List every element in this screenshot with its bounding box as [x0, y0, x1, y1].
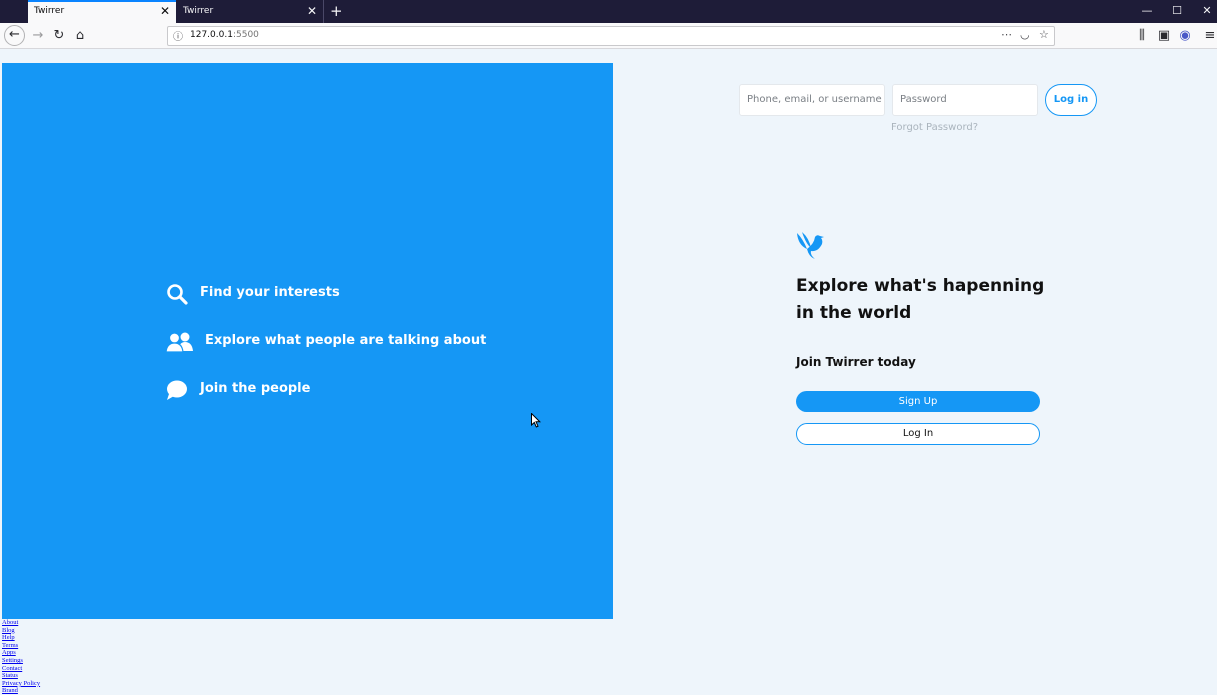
maximize-icon[interactable]: ☐ [1162, 0, 1192, 23]
library-icon[interactable]: ⫼ [1131, 23, 1153, 49]
footer-link-blog[interactable]: Blog [2, 627, 40, 635]
minimize-icon[interactable]: — [1132, 0, 1162, 23]
close-window-icon[interactable]: ✕ [1192, 0, 1217, 23]
bookmark-star-icon[interactable]: ☆ [1039, 28, 1049, 41]
header-login-button[interactable]: Log in [1045, 84, 1097, 116]
page-top-spacer [0, 49, 1217, 63]
headline: Explore what's hapenning in the world [796, 273, 1056, 327]
sidebar-icon[interactable]: ▣ [1153, 23, 1175, 49]
back-icon[interactable]: ← [4, 25, 25, 46]
footer-link-brand[interactable]: Brand [2, 687, 40, 695]
url-host: 127.0.0.1 [190, 30, 233, 40]
new-tab-icon[interactable]: + [330, 0, 343, 23]
forgot-password-link[interactable]: Forgot Password? [891, 122, 978, 133]
tab-title: Twirrer [34, 6, 65, 16]
feature-label: Join the people [200, 381, 311, 396]
feature-label: Find your interests [200, 285, 340, 300]
reload-icon[interactable]: ↻ [48, 23, 70, 49]
footer-link-apps[interactable]: Apps [2, 649, 40, 657]
footer-link-about[interactable]: About [2, 619, 40, 627]
forward-icon[interactable]: → [27, 23, 49, 49]
feature-label: Explore what people are talking about [205, 333, 487, 348]
url-port: :5500 [232, 30, 259, 40]
footer-link-privacy[interactable]: Privacy Policy [2, 680, 40, 688]
people-icon [166, 332, 193, 353]
bird-logo-icon [797, 232, 824, 259]
tab-title: Twirrer [183, 6, 214, 16]
pocket-icon[interactable]: ◡ [1020, 28, 1030, 41]
search-icon [167, 284, 188, 305]
close-tab-icon[interactable]: ✕ [160, 2, 170, 21]
mouse-cursor-icon [531, 413, 541, 428]
browser-tab-2[interactable]: Twirrer ✕ [177, 0, 324, 23]
signup-button[interactable]: Sign Up [796, 391, 1040, 412]
footer-link-contact[interactable]: Contact [2, 665, 40, 673]
password-input[interactable]: Password [892, 84, 1038, 116]
username-input[interactable]: Phone, email, or username [739, 84, 885, 116]
headline-line-2: in the world [796, 303, 912, 323]
site-info-icon[interactable]: ⓘ [173, 28, 183, 43]
page-actions-icon[interactable]: ⋯ [1001, 28, 1012, 41]
headline-line-1: Explore what's hapenning [796, 276, 1045, 296]
join-heading: Join Twirrer today [796, 355, 916, 369]
footer-link-settings[interactable]: Settings [2, 657, 40, 665]
footer-link-help[interactable]: Help [2, 634, 40, 642]
speech-bubble-icon [167, 380, 187, 400]
close-tab-icon[interactable]: ✕ [307, 0, 317, 23]
browser-tab-1[interactable]: Twirrer ✕ [28, 0, 176, 23]
address-bar[interactable]: ⓘ 127.0.0.1:5500 ⋯ ◡ ☆ [167, 26, 1055, 46]
account-icon[interactable]: ◉ [1174, 23, 1196, 49]
browser-tab-bar: Twirrer ✕ Twirrer ✕ + — ☐ ✕ [0, 0, 1217, 23]
footer-link-terms[interactable]: Terms [2, 642, 40, 650]
footer-links: About Blog Help Terms Apps Settings Cont… [2, 619, 40, 695]
login-button[interactable]: Log In [796, 423, 1040, 445]
url-text: 127.0.0.1:5500 [190, 30, 259, 40]
home-icon[interactable]: ⌂ [69, 23, 91, 49]
browser-toolbar: ← → ↻ ⌂ ⓘ 127.0.0.1:5500 ⋯ ◡ ☆ ⫼ ▣ ◉ ≡ [0, 23, 1217, 49]
menu-icon[interactable]: ≡ [1199, 23, 1217, 49]
footer-link-status[interactable]: Status [2, 672, 40, 680]
